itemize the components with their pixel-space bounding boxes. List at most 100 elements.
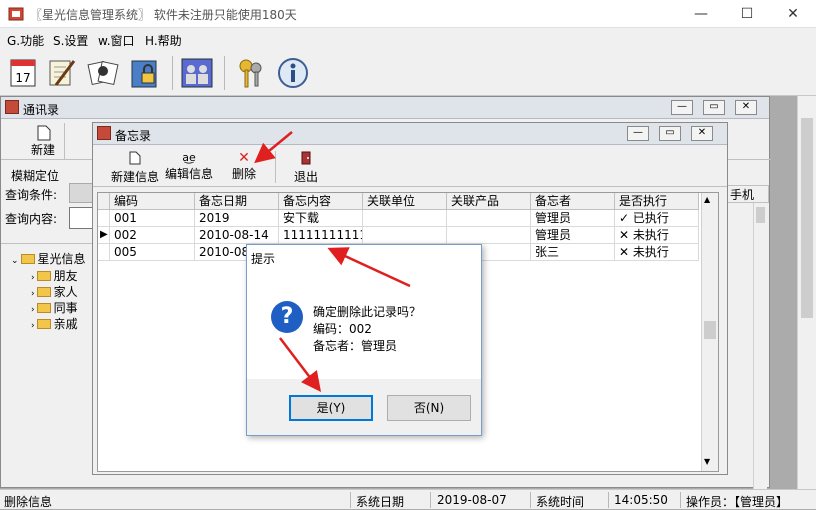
app-icon <box>8 7 24 21</box>
status-message: 删除信息 <box>4 495 53 509</box>
column-header-product[interactable]: 关联产品 <box>447 193 531 210</box>
table-cell[interactable]: ✕ 未执行 <box>615 227 699 244</box>
tree-root[interactable]: ⌄ 星光信息 <box>11 250 86 267</box>
window-title: 〖星光信息管理系统〗 软件未注册只能使用180天 <box>30 8 297 22</box>
status-divider <box>530 492 531 508</box>
memo-grid-scrollbar[interactable]: ▲ ▼ <box>701 193 718 471</box>
dialog-author-line: 备忘者：管理员 <box>313 339 398 353</box>
memo-toolbar: 新建信息 a͜e 编辑信息 ✕ 删除 退出 <box>93 147 727 187</box>
scroll-down-icon[interactable]: ▼ <box>704 457 710 466</box>
column-header-mobile[interactable]: 手机 <box>727 185 769 203</box>
memo-minimize-button[interactable]: — <box>627 126 649 141</box>
menubar: G.功能 S.设置 w.窗口 H.帮助 <box>0 28 816 50</box>
memo-close-button[interactable]: ✕ <box>691 126 713 141</box>
delete-button[interactable]: ✕ 删除 <box>227 151 261 182</box>
table-cell[interactable]: 安下载 <box>279 210 363 227</box>
column-header-content[interactable]: 备忘内容 <box>279 193 363 210</box>
toolbar-separator <box>275 151 276 183</box>
menu-window[interactable]: w.窗口 <box>98 32 135 49</box>
folder-icon <box>36 271 51 281</box>
mdi-scrollbar[interactable] <box>797 96 816 489</box>
notepad-icon[interactable] <box>44 55 78 91</box>
column-header-code[interactable]: 编码 <box>110 193 195 210</box>
minimize-button[interactable]: — <box>678 0 724 28</box>
row-indicator[interactable] <box>98 244 110 261</box>
menu-settings[interactable]: S.设置 <box>53 32 88 49</box>
query-content-label: 查询内容: <box>5 212 58 226</box>
dialog-title: 提示 <box>251 252 276 266</box>
table-cell[interactable] <box>363 227 447 244</box>
memo-window-icon <box>97 126 111 140</box>
cards-icon[interactable] <box>86 55 120 91</box>
memo-scroll-thumb[interactable] <box>704 321 716 339</box>
table-cell[interactable]: 2019 <box>195 210 279 227</box>
column-header-author[interactable]: 备忘者 <box>531 193 615 210</box>
keys-icon[interactable] <box>234 55 268 91</box>
contacts-close-button[interactable]: ✕ <box>735 100 757 115</box>
main-toolbar: 17 <box>0 50 816 96</box>
column-header-executed[interactable]: 是否执行 <box>615 193 699 210</box>
tree-item-family[interactable]: › 家人 <box>31 283 78 300</box>
current-row-indicator[interactable]: ▶ <box>98 227 110 244</box>
table-cell[interactable]: ✓ 已执行 <box>615 210 699 227</box>
contacts-new-label: 新建 <box>31 143 56 157</box>
query-condition-label: 查询条件: <box>5 188 58 202</box>
maximize-button[interactable]: ☐ <box>724 0 770 28</box>
system-date-label: 系统日期 <box>356 495 405 509</box>
status-divider <box>680 492 681 508</box>
contacts-title: 通讯录 <box>23 103 60 117</box>
close-button[interactable]: ✕ <box>770 0 816 28</box>
table-cell[interactable] <box>363 210 447 227</box>
table-cell[interactable] <box>447 210 531 227</box>
edit-info-button[interactable]: a͜e 编辑信息 <box>163 151 215 182</box>
scroll-up-icon[interactable]: ▲ <box>704 195 710 204</box>
table-cell[interactable]: 001 <box>110 210 195 227</box>
calendar-icon[interactable]: 17 <box>6 55 40 91</box>
contacts-restore-button[interactable]: ▭ <box>703 100 725 115</box>
new-document-icon <box>37 125 51 141</box>
table-cell[interactable]: 1111111111111 <box>279 227 363 244</box>
help-info-icon[interactable] <box>276 55 310 91</box>
yes-button[interactable]: 是(Y) <box>289 395 373 421</box>
question-icon: ? <box>271 301 303 333</box>
new-info-label: 新建信息 <box>110 170 159 184</box>
mdi-scroll-thumb[interactable] <box>801 118 813 318</box>
table-cell[interactable]: 张三 <box>531 244 615 261</box>
row-indicator-header <box>98 193 110 210</box>
new-info-button[interactable]: 新建信息 <box>109 151 161 185</box>
dialog-titlebar: 提示 <box>247 245 481 269</box>
row-indicator[interactable] <box>98 210 110 227</box>
table-cell[interactable]: 002 <box>110 227 195 244</box>
contacts-minimize-button[interactable]: — <box>671 100 693 115</box>
dialog-code-line: 编码：002 <box>313 322 372 336</box>
users-icon[interactable] <box>180 55 214 91</box>
column-header-date[interactable]: 备忘日期 <box>195 193 279 210</box>
tree-item-friends[interactable]: › 朋友 <box>31 267 78 284</box>
table-cell[interactable]: 管理员 <box>531 210 615 227</box>
status-divider <box>430 492 431 508</box>
edit-info-label: 编辑信息 <box>164 167 213 181</box>
memo-title: 备忘录 <box>115 129 152 143</box>
table-cell[interactable]: 005 <box>110 244 195 261</box>
operator-info: 操作员：【管理员】 <box>686 495 789 509</box>
delete-label: 删除 <box>231 167 256 181</box>
table-cell[interactable]: 管理员 <box>531 227 615 244</box>
menu-help[interactable]: H.帮助 <box>145 32 182 49</box>
memo-restore-button[interactable]: ▭ <box>659 126 681 141</box>
edit-icon: a͜e <box>182 151 196 164</box>
toolbar-separator <box>172 56 173 90</box>
tree-item-colleagues[interactable]: › 同事 <box>31 299 78 316</box>
memo-titlebar: 备忘录 — ▭ ✕ <box>93 123 727 145</box>
contacts-new-button[interactable]: 新建 <box>5 123 65 159</box>
tree-item-relatives[interactable]: › 亲戚 <box>31 315 78 332</box>
table-cell[interactable]: ✕ 未执行 <box>615 244 699 261</box>
exit-button[interactable]: 退出 <box>289 151 323 185</box>
contacts-scroll-thumb[interactable] <box>756 207 765 223</box>
column-header-unit[interactable]: 关联单位 <box>363 193 447 210</box>
contacts-scrollbar[interactable] <box>753 203 767 489</box>
no-button[interactable]: 否(N) <box>387 395 471 421</box>
lock-folder-icon[interactable] <box>128 55 162 91</box>
menu-function[interactable]: G.功能 <box>7 32 44 49</box>
table-cell[interactable]: 2010-08-14 <box>195 227 279 244</box>
table-cell[interactable] <box>447 227 531 244</box>
